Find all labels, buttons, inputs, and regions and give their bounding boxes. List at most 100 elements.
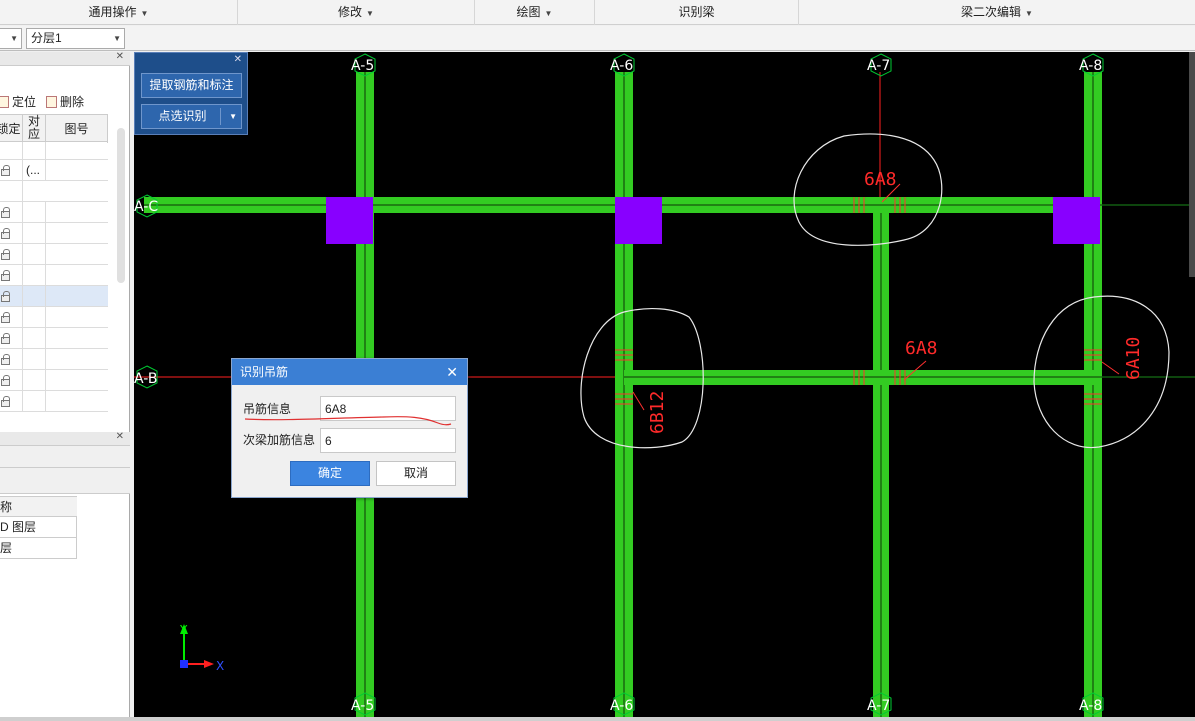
- identify-tool-panel: ✕ 提取钢筋和标注 点选识别 ▼: [134, 52, 248, 135]
- table-row[interactable]: [0, 223, 108, 244]
- dialog-title: 识别吊筋: [240, 365, 289, 379]
- ucs-y-label: Y: [179, 623, 188, 637]
- vertical-scrollbar[interactable]: [117, 128, 125, 283]
- lock-icon: [1, 396, 10, 407]
- layer-combo[interactable]: 分层1 ▼: [26, 28, 125, 49]
- menu-label: 绘图: [516, 5, 541, 19]
- layer-row-label: D 图层: [0, 520, 37, 534]
- chevron-down-icon: ▼: [113, 34, 121, 43]
- floor-combo[interactable]: ▼: [0, 28, 22, 49]
- menu-draw[interactable]: 绘图 ▼: [475, 0, 595, 25]
- toolbar: ▼ 分层1 ▼: [0, 26, 1195, 51]
- delete-label: 删除: [60, 95, 85, 109]
- delete-button[interactable]: 删除: [46, 94, 84, 110]
- table-row[interactable]: [0, 142, 108, 160]
- table-row[interactable]: [0, 370, 108, 391]
- table-row[interactable]: [0, 244, 108, 265]
- extract-label: 提取钢筋和标注: [149, 78, 234, 92]
- menu-beam-secondary-edit[interactable]: 梁二次编辑 ▼: [799, 0, 1195, 25]
- layer-row-label: 层: [0, 541, 13, 555]
- column: [615, 197, 662, 244]
- secondary-beam-input[interactable]: [320, 428, 456, 453]
- left-panel: ✕ 定位 删除 锁定 对应 图号 (... ✕ 称 D 图层 层: [0, 51, 130, 721]
- column: [1053, 197, 1100, 244]
- grid-rows: (...: [0, 142, 108, 412]
- annotation-label: 6A8: [905, 338, 938, 359]
- lock-icon: [1, 228, 10, 239]
- layer-table-header: 称: [0, 496, 77, 517]
- menu-label: 通用操作: [88, 5, 137, 19]
- close-icon[interactable]: ✕: [234, 54, 242, 65]
- panel-blank: [0, 446, 130, 468]
- locate-button[interactable]: 定位: [0, 94, 36, 110]
- lock-icon: [1, 312, 10, 323]
- axis-label: A-8: [1079, 698, 1102, 714]
- identify-hanger-dialog: 识别吊筋✕ 吊筋信息 次梁加筋信息 确定 取消: [231, 358, 468, 498]
- menu-general-ops[interactable]: 通用操作 ▼: [0, 0, 238, 25]
- delete-icon: [46, 96, 57, 108]
- locate-icon: [0, 96, 9, 108]
- table-row[interactable]: [0, 202, 108, 223]
- chevron-down-icon: ▼: [1025, 9, 1033, 18]
- axis-label: A-B: [134, 371, 157, 387]
- table-row[interactable]: [0, 349, 108, 370]
- col-lock: 锁定: [0, 115, 23, 143]
- annotation-label: 6A8: [864, 169, 897, 190]
- menu-modify[interactable]: 修改 ▼: [238, 0, 475, 25]
- chevron-down-icon[interactable]: ▼: [229, 105, 237, 128]
- locate-label: 定位: [12, 95, 37, 109]
- left-panel-toolbar: 定位 删除: [0, 90, 130, 114]
- extract-rebar-button[interactable]: 提取钢筋和标注: [141, 73, 242, 98]
- lock-icon: [1, 354, 10, 365]
- panel-blank: [0, 468, 130, 494]
- point-select-button[interactable]: 点选识别 ▼: [141, 104, 242, 129]
- table-row[interactable]: [0, 391, 108, 412]
- lock-icon: [1, 333, 10, 344]
- close-icon[interactable]: ✕: [446, 359, 458, 385]
- close-icon[interactable]: ✕: [116, 431, 124, 442]
- ok-button[interactable]: 确定: [290, 461, 370, 486]
- menu-identify-beam[interactable]: 识别梁: [595, 0, 799, 25]
- table-row[interactable]: (...: [0, 160, 108, 181]
- match-cell: (...: [23, 160, 46, 180]
- grid-header: 锁定 对应 图号: [0, 114, 108, 143]
- ucs-x-label: X: [216, 659, 224, 673]
- panel-header: ✕: [0, 51, 130, 66]
- axis-label: A-7: [867, 58, 890, 74]
- table-row[interactable]: [0, 181, 108, 202]
- secondary-beam-label: 次梁加筋信息: [243, 433, 316, 447]
- point-select-label: 点选识别: [158, 109, 207, 123]
- list-item[interactable]: 层: [0, 538, 77, 559]
- menu-label: 识别梁: [678, 5, 715, 19]
- table-row[interactable]: [0, 328, 108, 349]
- status-strip: [0, 717, 1195, 721]
- close-icon[interactable]: ✕: [116, 51, 124, 62]
- menu-label: 修改: [338, 5, 363, 19]
- lock-icon: [1, 165, 10, 176]
- split-divider: [220, 108, 221, 125]
- column: [326, 197, 373, 244]
- table-row[interactable]: [0, 286, 108, 307]
- menu-label: 梁二次编辑: [961, 5, 1022, 19]
- axis-label: A-C: [134, 199, 158, 215]
- axis-label: A-6: [610, 58, 633, 74]
- layer-name-col: 称: [0, 500, 13, 514]
- axis-label: A-7: [867, 698, 890, 714]
- panel-header-2: ✕: [0, 431, 130, 446]
- canvas-scrollbar[interactable]: [1189, 52, 1195, 277]
- cancel-button[interactable]: 取消: [376, 461, 456, 486]
- table-row[interactable]: [0, 307, 108, 328]
- lock-icon: [1, 375, 10, 386]
- axis-label: A-8: [1079, 58, 1102, 74]
- axis-label: A-6: [610, 698, 633, 714]
- menu-bar: 通用操作 ▼ 修改 ▼ 绘图 ▼ 识别梁 梁二次编辑 ▼: [0, 0, 1195, 25]
- chevron-down-icon: ▼: [544, 9, 553, 18]
- chevron-down-icon: ▼: [366, 9, 374, 18]
- annotation-label: 6B12: [647, 391, 668, 434]
- lock-icon: [1, 207, 10, 218]
- list-item[interactable]: D 图层: [0, 517, 77, 538]
- col-match: 对应: [23, 115, 46, 143]
- layer-combo-value: 分层1: [31, 31, 62, 45]
- lock-icon: [1, 291, 10, 302]
- table-row[interactable]: [0, 265, 108, 286]
